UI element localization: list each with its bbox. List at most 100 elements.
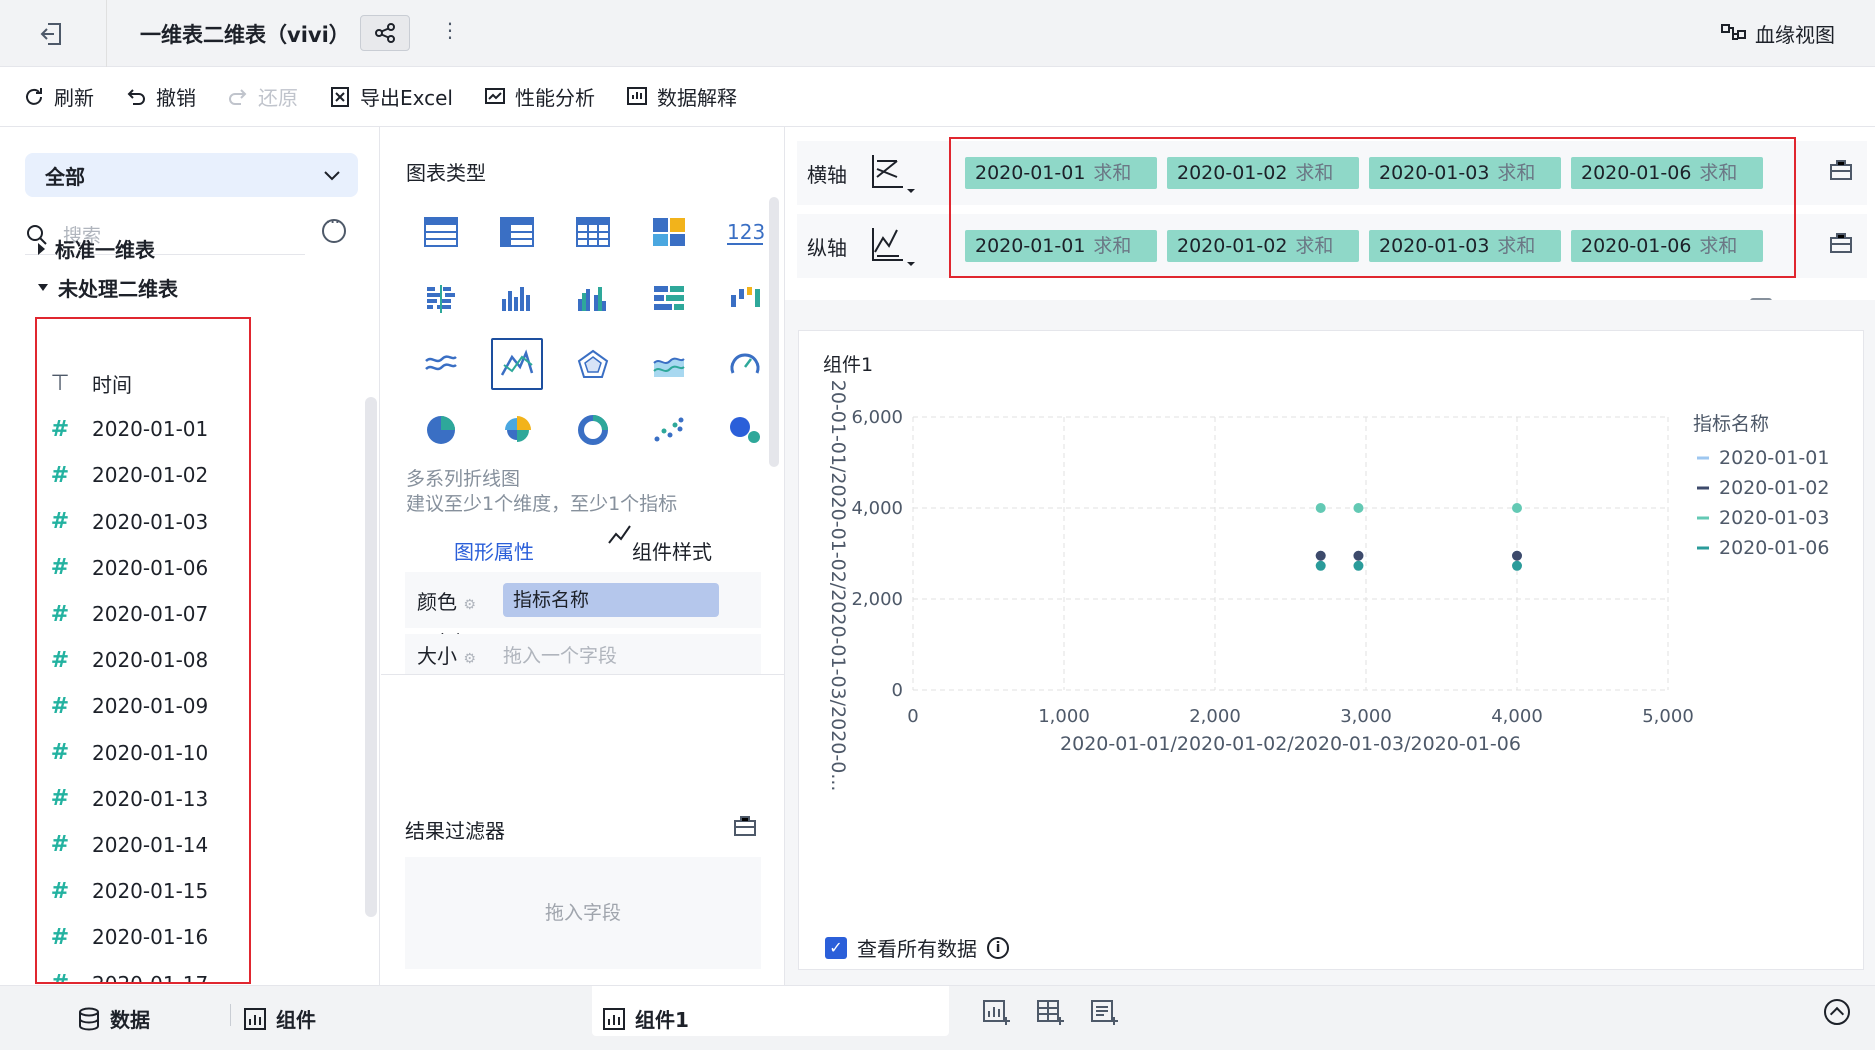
tree-group-raw[interactable]: 未处理二维表 [38, 273, 178, 302]
undo-button[interactable]: 撤销 [124, 82, 196, 111]
y-axis-title: 2020-01-01/2020-01-02/2020-01-03/2020-0.… [827, 380, 849, 791]
add-text-icon[interactable] [1091, 1000, 1119, 1026]
tree-group-label: 标准一维表 [55, 238, 155, 262]
component1-tab-label: 组件1 [635, 1008, 689, 1032]
color-field-pill[interactable]: 指标名称 [503, 583, 719, 617]
filter-drop-zone[interactable]: 拖入字段 [405, 857, 761, 969]
exit-icon[interactable] [38, 20, 66, 48]
number-field-icon: # [50, 924, 70, 950]
refresh-button[interactable]: 刷新 [22, 82, 94, 111]
pie-chart-icon[interactable] [403, 397, 479, 463]
chart-type-scrollbar[interactable] [769, 197, 779, 467]
field-item[interactable]: #2020-01-17 [38, 960, 378, 982]
component-tab[interactable]: 组件 [244, 1004, 316, 1033]
color-property-row[interactable]: 颜色 ⚙ 指标名称 [405, 572, 761, 628]
lineage-view-button[interactable]: 血缘视图 [1721, 19, 1835, 48]
data-explain-button[interactable]: 数据解释 [625, 82, 737, 111]
column-chart-icon[interactable] [479, 265, 555, 331]
donut-chart-icon[interactable] [555, 397, 631, 463]
treemap-icon[interactable] [631, 199, 707, 265]
y-axis-field-pill[interactable]: 2020-01-03 求和 [1369, 230, 1561, 262]
tree-group-label: 未处理二维表 [58, 277, 178, 301]
field-item[interactable]: #2020-01-16 [38, 914, 378, 960]
x-axis-field-pill[interactable]: 2020-01-03 求和 [1369, 157, 1561, 189]
y-tick-label: 2,000 [851, 589, 903, 610]
field-item[interactable]: #2020-01-07 [38, 591, 378, 637]
x-axis-field-pill[interactable]: 2020-01-02 求和 [1167, 157, 1359, 189]
cross-table-icon[interactable] [479, 199, 555, 265]
x-axis-settings-icon[interactable] [1829, 159, 1853, 181]
field-item[interactable]: #2020-01-02 [38, 452, 378, 498]
x-axis-field-pill[interactable]: 2020-01-06 求和 [1571, 157, 1763, 189]
size-property-row[interactable]: 大小 ⚙ 拖入一个字段 [405, 634, 761, 674]
table-chart-icon[interactable] [403, 199, 479, 265]
y-axis-field-pill[interactable]: 2020-01-06 求和 [1571, 230, 1763, 262]
line-chart-icon[interactable] [403, 331, 479, 397]
see-all-data-checkbox[interactable]: ✓ 查看所有数据 i [825, 933, 1009, 962]
stacked-bar-icon[interactable] [631, 265, 707, 331]
y-axis-field-pill[interactable]: 2020-01-02 求和 [1167, 230, 1359, 262]
more-menu-icon[interactable]: ⋮ [440, 18, 460, 42]
scatter-chart[interactable]: 0 1,000 2,000 3,000 4,000 5,000 0 2,000 4,000 6,0… [798, 380, 1864, 920]
data-tab[interactable]: 数据 [78, 1004, 150, 1033]
y-tick-label: 4,000 [851, 498, 903, 519]
component1-tab[interactable]: 组件1 [603, 1004, 689, 1033]
export-excel-button[interactable]: 导出Excel [328, 82, 453, 111]
scatter-chart-icon[interactable] [631, 397, 707, 463]
tab-graphic-properties[interactable]: 图形属性 [405, 527, 583, 578]
y-axis-label: 纵轴 [807, 236, 847, 260]
x-axis-field-pill[interactable]: 2020-01-01 求和 [965, 157, 1157, 189]
add-component-icon[interactable] [983, 1000, 1011, 1026]
x-axis-pills: 2020-01-01 求和 2020-01-02 求和 2020-01-03 求和 2… [965, 157, 1763, 189]
redo-label: 还原 [258, 86, 298, 110]
filter-settings-icon[interactable] [733, 815, 757, 837]
field-item[interactable]: #2020-01-09 [38, 683, 378, 729]
chevron-down-icon [324, 171, 340, 181]
scope-dropdown[interactable]: 全部 [25, 153, 358, 197]
data-explain-label: 数据解释 [656, 86, 737, 110]
field-item[interactable]: #2020-01-10 [38, 730, 378, 776]
collapse-up-icon[interactable] [1824, 999, 1850, 1025]
selected-chart-hint: 建议至少1个维度，至少1个指标 [406, 493, 678, 515]
y-axis-settings-icon[interactable] [1829, 232, 1853, 254]
multi-column-icon[interactable] [555, 265, 631, 331]
field-item[interactable]: #2020-01-08 [38, 637, 378, 683]
field-list-scrollbar[interactable] [365, 397, 377, 917]
field-item[interactable]: #2020-01-14 [38, 822, 378, 868]
data-point [1315, 503, 1326, 513]
grouped-bar-icon[interactable] [403, 265, 479, 331]
undo-icon [127, 88, 145, 105]
line-type-icon[interactable] [607, 523, 633, 547]
data-point [1512, 560, 1522, 571]
field-item[interactable]: #2020-01-13 [38, 776, 378, 822]
performance-analysis-button[interactable]: 性能分析 [483, 82, 595, 111]
performance-analysis-label: 性能分析 [514, 86, 595, 110]
share-button[interactable] [360, 15, 410, 51]
field-item[interactable]: ⊤ 时间 [38, 360, 378, 406]
title-bar: 一维表二维表（vivi） ⋮ 血缘视图 [0, 0, 1875, 67]
legend-item: 2020-01-02 [1719, 477, 1829, 499]
see-all-data-label: 查看所有数据 [857, 937, 977, 961]
number-field-icon: # [50, 509, 70, 535]
area-chart-icon[interactable] [631, 331, 707, 397]
y-axis-sort-icon[interactable] [867, 224, 927, 268]
y-axis-field-pill[interactable]: 2020-01-01 求和 [965, 230, 1157, 262]
tree-group-standard[interactable]: 标准一维表 [38, 234, 155, 263]
field-item[interactable]: #2020-01-06 [38, 545, 378, 591]
more-options-icon[interactable] [322, 212, 346, 243]
field-item[interactable]: #2020-01-01 [38, 406, 378, 452]
info-icon[interactable]: i [987, 936, 1009, 959]
rose-chart-icon[interactable] [479, 397, 555, 463]
add-table-icon[interactable] [1037, 1000, 1065, 1026]
radar-chart-icon[interactable] [555, 331, 631, 397]
multi-series-line-icon[interactable] [479, 331, 555, 397]
legend-item: 2020-01-01 [1719, 447, 1829, 469]
field-item[interactable]: #2020-01-15 [38, 868, 378, 914]
detail-table-icon[interactable] [555, 199, 631, 265]
field-label: 2020-01-03 [92, 509, 209, 534]
x-axis-sort-icon[interactable] [867, 151, 927, 195]
field-item[interactable]: #2020-01-03 [38, 499, 378, 545]
number-field-icon: # [50, 647, 70, 673]
redo-button[interactable]: 还原 [226, 82, 298, 111]
field-label: 2020-01-13 [92, 786, 209, 811]
